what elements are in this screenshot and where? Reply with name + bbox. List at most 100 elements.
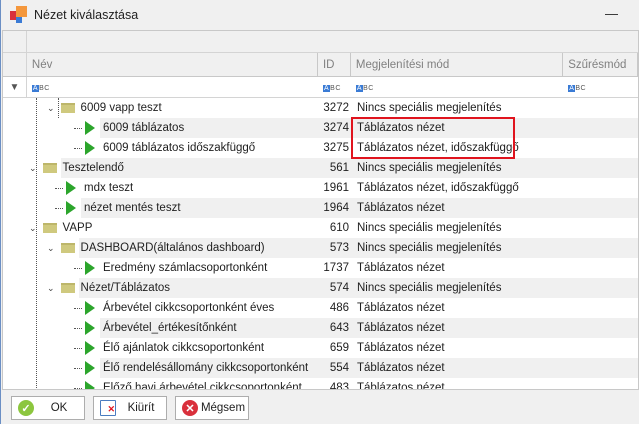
row-name: Élő ajánlatok cikkcsoportonként	[103, 342, 265, 354]
column-header-row: Név ID Megjelenítési mód Szűrésmód	[3, 53, 638, 77]
folder-icon	[60, 103, 75, 113]
window-title: Nézet kiválasztása	[34, 8, 139, 22]
row-id: 1737	[323, 262, 349, 274]
row-id: 573	[329, 242, 349, 254]
row-id: 483	[329, 382, 349, 390]
collapse-chevron-icon[interactable]: ⌄	[47, 238, 55, 258]
filter-mode-abc-icon[interactable]: ABC	[356, 84, 374, 93]
tree-grid: Név ID Megjelenítési mód Szűrésmód ▼ ABC…	[2, 30, 639, 390]
row-id: 659	[329, 342, 349, 354]
tree-row[interactable]: 6009 táblázatos 3274 Táblázatos nézet	[3, 118, 638, 138]
view-icon	[85, 301, 95, 315]
row-name: Tesztelendő	[62, 162, 124, 174]
row-id: 561	[329, 162, 349, 174]
row-id: 610	[329, 222, 349, 234]
view-icon	[85, 261, 95, 275]
view-icon	[85, 361, 95, 375]
title-bar: Nézet kiválasztása —	[1, 0, 639, 30]
filter-name-abc-icon[interactable]: ABC	[32, 84, 50, 93]
filter-icon: ▼	[3, 77, 27, 97]
clear-button[interactable]: ✕ Kiürít	[93, 396, 167, 420]
column-header-name[interactable]: Név	[27, 53, 318, 76]
row-name: Nézet/Táblázatos	[80, 282, 171, 294]
row-name: Árbevétel_értékesítőnként	[103, 322, 237, 334]
row-mode: Táblázatos nézet	[357, 342, 445, 354]
tree-row[interactable]: Eredmény számlacsoportonként 1737 Táblázat…	[3, 258, 638, 278]
view-icon	[85, 321, 95, 335]
row-mode: Nincs speciális megjelenítés	[357, 102, 502, 114]
tree-row[interactable]: ⌄ Tesztelendő 561 Nincs speciális megjelení…	[3, 158, 638, 178]
tree-row[interactable]: Árbevétel_értékesítőnként 643 Táblázatos n…	[3, 318, 638, 338]
tree-row[interactable]: Élő rendelésállomány cikkcsoportonként 55…	[3, 358, 638, 378]
tree-row[interactable]: Előző havi árbevétel cikkcsoportonként 48…	[3, 378, 638, 390]
row-mode: Nincs speciális megjelenítés	[357, 282, 502, 294]
row-id: 1961	[323, 182, 349, 194]
folder-icon	[42, 163, 57, 173]
row-name: Árbevétel cikkcsoportonként éves	[103, 302, 275, 314]
view-icon	[85, 121, 95, 135]
cancel-button[interactable]: ✕ Mégsem	[175, 396, 249, 420]
row-id: 1964	[323, 202, 349, 214]
group-panel	[3, 31, 638, 53]
tree-row[interactable]: Élő ajánlatok cikkcsoportonként 659 Tábláz…	[3, 338, 638, 358]
view-icon	[66, 201, 76, 215]
row-name: 6009 táblázatos időszakfüggő	[103, 142, 256, 154]
row-mode: Táblázatos nézet	[357, 302, 445, 314]
tree-rows: ⌄ 6009 vapp teszt 3272 Nincs speciális megj…	[3, 98, 638, 390]
tree-row[interactable]: ⌄ DASHBOARD(általános dashboard) 573 Nincs …	[3, 238, 638, 258]
view-icon	[85, 141, 95, 155]
row-mode: Táblázatos nézet	[357, 262, 445, 274]
collapse-chevron-icon[interactable]: ⌄	[47, 278, 55, 298]
row-name: Eredmény számlacsoportonként	[103, 262, 268, 274]
view-icon	[85, 381, 95, 389]
tree-row[interactable]: nézet mentés teszt 1964 Táblázatos nézet	[3, 198, 638, 218]
tree-row[interactable]: 6009 táblázatos időszakfüggő 3275 Táblázat…	[3, 138, 638, 158]
row-mode: Nincs speciális megjelenítés	[357, 162, 502, 174]
row-mode: Nincs speciális megjelenítés	[357, 222, 502, 234]
filter-filtermode-abc-icon[interactable]: ABC	[568, 84, 586, 93]
row-id: 3274	[323, 122, 349, 134]
tree-row[interactable]: mdx teszt 1961 Táblázatos nézet, időszakfü…	[3, 178, 638, 198]
minimize-button[interactable]: —	[605, 6, 618, 21]
cancel-icon: ✕	[182, 400, 198, 416]
tree-row[interactable]: Árbevétel cikkcsoportonként éves 486 Táblá…	[3, 298, 638, 318]
column-header-filter-mode[interactable]: Szűrésmód	[563, 53, 638, 76]
row-id: 643	[329, 322, 349, 334]
row-mode: Táblázatos nézet	[357, 322, 445, 334]
row-id: 3272	[323, 102, 349, 114]
row-name: DASHBOARD(általános dashboard)	[80, 242, 265, 254]
folder-icon	[60, 283, 75, 293]
tree-row[interactable]: ⌄ 6009 vapp teszt 3272 Nincs speciális megj…	[3, 98, 638, 118]
row-id: 486	[329, 302, 349, 314]
row-mode: Táblázatos nézet, időszakfüggő	[357, 182, 519, 194]
view-icon	[85, 341, 95, 355]
ok-button[interactable]: ✓ OK	[11, 396, 85, 420]
tree-row[interactable]: ⌄ VAPP 610 Nincs speciális megjelenítés	[3, 218, 638, 238]
row-id: 574	[329, 282, 349, 294]
check-icon: ✓	[18, 400, 34, 416]
row-mode: Táblázatos nézet	[357, 202, 445, 214]
row-mode: Táblázatos nézet	[357, 382, 445, 390]
row-name: Előző havi árbevétel cikkcsoportonként	[103, 382, 302, 390]
row-name: VAPP	[62, 222, 93, 234]
folder-icon	[42, 223, 57, 233]
collapse-chevron-icon[interactable]: ⌄	[47, 98, 55, 118]
folder-icon	[60, 243, 75, 253]
row-name: mdx teszt	[84, 182, 134, 194]
filter-row: ▼ ABC ABC ABC ABC	[3, 77, 638, 98]
column-header-id[interactable]: ID	[318, 53, 351, 76]
column-header-mode[interactable]: Megjelenítési mód	[351, 53, 564, 76]
row-id: 3275	[323, 142, 349, 154]
highlight-box	[351, 117, 515, 159]
row-name: nézet mentés teszt	[84, 202, 181, 214]
app-logo-icon	[10, 6, 28, 24]
row-id: 554	[329, 362, 349, 374]
tree-row[interactable]: ⌄ Nézet/Táblázatos 574 Nincs speciális megj…	[3, 278, 638, 298]
row-name: 6009 táblázatos	[103, 122, 185, 134]
clear-doc-icon: ✕	[100, 400, 116, 416]
row-name: 6009 vapp teszt	[80, 102, 162, 114]
row-name: Élő rendelésállomány cikkcsoportonként	[103, 362, 309, 374]
row-mode: Nincs speciális megjelenítés	[357, 242, 502, 254]
view-icon	[66, 181, 76, 195]
filter-id-abc-icon[interactable]: ABC	[323, 84, 341, 93]
